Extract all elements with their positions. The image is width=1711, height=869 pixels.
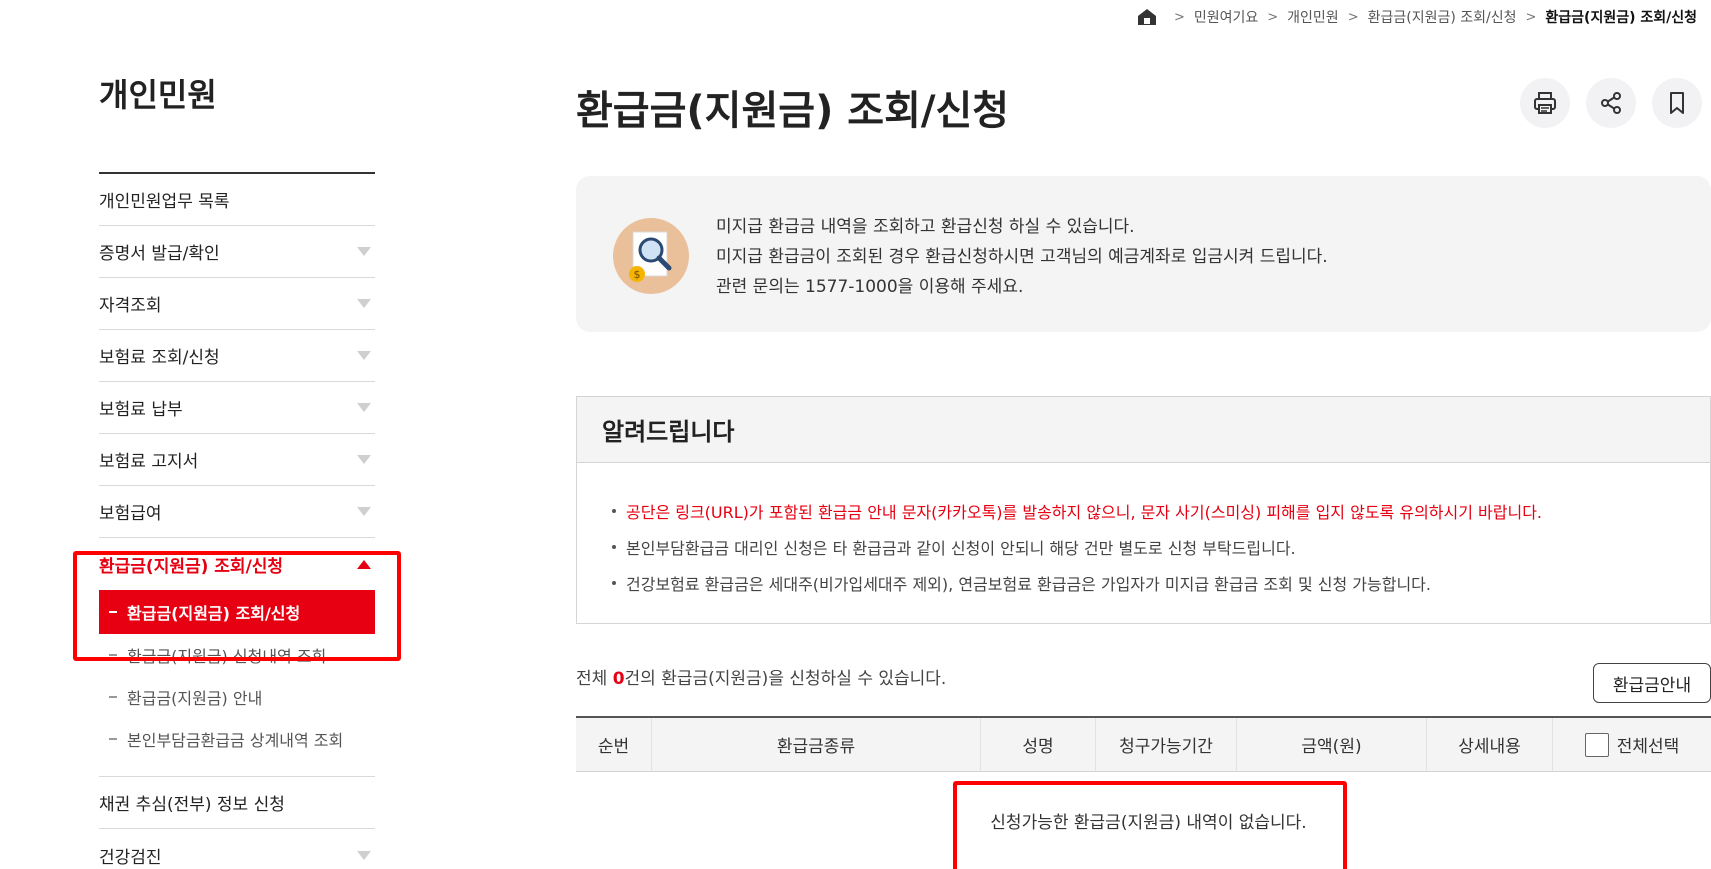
summary-text: 전체 0건의 환급금(지원금)을 신청하실 수 있습니다.	[576, 664, 946, 689]
triangle-down-icon	[357, 507, 371, 516]
sidebar-item-qualification[interactable]: 자격조회	[99, 278, 375, 330]
triangle-down-icon	[357, 351, 371, 360]
sidebar-item-label: 보험급여	[99, 504, 162, 524]
breadcrumb: > 민원여기요 > 개인민원 > 환급금(지원금) 조회/신청 > 환급금(지원…	[1137, 6, 1697, 28]
refund-search-icon: $	[613, 218, 689, 294]
sidebar-item-label: 건강검진	[99, 847, 162, 868]
notice-item: 공단은 링크(URL)가 포함된 환급금 안내 문자(카카오톡)를 발송하지 않…	[612, 493, 1710, 529]
info-box: $ 미지급 환급금 내역을 조회하고 환급신청 하실 수 있습니다. 미지급 환…	[576, 176, 1711, 332]
bookmark-button[interactable]	[1652, 78, 1702, 128]
column-header: 성명	[981, 718, 1096, 771]
chevron-right-icon: >	[1267, 9, 1279, 25]
bullet-icon	[612, 545, 616, 549]
submenu-item-offset-history[interactable]: 본인부담금환급금 상계내역 조회	[99, 718, 375, 760]
column-header: 금액(원)	[1237, 718, 1427, 771]
page-title: 환급금(지원금) 조회/신청	[576, 88, 1010, 134]
table-header: 순번 환급금종류 성명 청구가능기간 금액(원) 상세내용 전체선택	[576, 716, 1711, 772]
select-all-checkbox[interactable]	[1584, 732, 1609, 757]
breadcrumb-item[interactable]: 민원여기요	[1194, 7, 1258, 27]
sidebar-item-premium-inquiry[interactable]: 보험료 조회/신청	[99, 330, 375, 382]
info-text: 미지급 환급금 내역을 조회하고 환급신청 하실 수 있습니다. 미지급 환급금…	[716, 212, 1328, 302]
triangle-down-icon	[357, 455, 371, 464]
sidebar-item-label: 보험료 고지서	[99, 452, 199, 472]
sidebar-item-label: 채권 추심(전부) 정보 신청	[99, 795, 285, 815]
summary-prefix: 전체	[576, 669, 613, 689]
breadcrumb-item[interactable]: 개인민원	[1287, 7, 1339, 27]
dash-icon	[109, 696, 117, 698]
bookmark-icon	[1670, 92, 1684, 114]
notice-item: 본인부담환급금 대리인 신청은 타 환급금과 같이 신청이 안되니 해당 건만 …	[612, 529, 1710, 565]
sidebar-item-label: 증명서 발급/확인	[99, 244, 220, 264]
info-line: 관련 문의는 1577-1000을 이용해 주세요.	[716, 277, 1024, 297]
triangle-down-icon	[357, 850, 371, 860]
summary-suffix: 건의 환급금(지원금)을 신청하실 수 있습니다.	[624, 669, 947, 689]
notice-panel: 알려드립니다 공단은 링크(URL)가 포함된 환급금 안내 문자(카카오톡)를…	[576, 396, 1711, 624]
select-all-label[interactable]: 전체선택	[1617, 732, 1680, 757]
breadcrumb-item[interactable]: 환급금(지원금) 조회/신청	[1368, 7, 1517, 27]
notice-list: 공단은 링크(URL)가 포함된 환급금 안내 문자(카카오톡)를 발송하지 않…	[577, 463, 1710, 601]
column-header: 순번	[576, 718, 652, 771]
notice-title: 알려드립니다	[577, 397, 1710, 463]
submenu-item-label: 본인부담금환급금 상계내역 조회	[127, 731, 344, 750]
column-header: 상세내용	[1427, 718, 1553, 771]
submenu-item-label: 환급금(지원금) 안내	[127, 689, 263, 708]
sidebar-item-health-checkup[interactable]: 건강검진	[99, 829, 375, 869]
sidebar-item-debt-collection[interactable]: 채권 추심(전부) 정보 신청	[99, 777, 375, 829]
home-icon[interactable]	[1137, 7, 1157, 27]
sidebar-item-label: 보험료 조회/신청	[99, 348, 220, 368]
sidebar-item-label: 자격조회	[99, 296, 162, 316]
print-button[interactable]	[1520, 78, 1570, 128]
sidebar-item-benefits[interactable]: 보험급여	[99, 486, 375, 538]
svg-text:$: $	[634, 268, 641, 281]
dash-icon	[109, 738, 117, 740]
chevron-right-icon: >	[1525, 9, 1537, 25]
column-header: 청구가능기간	[1096, 718, 1237, 771]
triangle-down-icon	[357, 299, 371, 308]
triangle-down-icon	[357, 247, 371, 256]
sidebar: 개인민원 개인민원업무 목록 증명서 발급/확인 자격조회 보험료 조회/신청 …	[99, 70, 375, 869]
sidebar-item-label: 보험료 납부	[99, 400, 183, 420]
toolbar	[1520, 78, 1702, 128]
chevron-right-icon: >	[1173, 9, 1185, 25]
highlight-box	[953, 781, 1347, 869]
summary-count: 0	[612, 669, 625, 689]
breadcrumb-current: 환급금(지원금) 조회/신청	[1545, 10, 1697, 26]
select-all-header: 전체선택	[1553, 718, 1711, 771]
triangle-down-icon	[357, 403, 371, 412]
notice-item: 건강보험료 환급금은 세대주(비가입세대주 제외), 연금보험료 환급금은 가입…	[612, 565, 1710, 601]
chevron-right-icon: >	[1347, 9, 1359, 25]
sidebar-item-premium-payment[interactable]: 보험료 납부	[99, 382, 375, 434]
sidebar-item-premium-notice[interactable]: 보험료 고지서	[99, 434, 375, 486]
share-icon	[1601, 92, 1621, 114]
info-line: 미지급 환급금 내역을 조회하고 환급신청 하실 수 있습니다.	[716, 217, 1135, 237]
notice-text: 건강보험료 환급금은 세대주(비가입세대주 제외), 연금보험료 환급금은 가입…	[626, 575, 1431, 594]
bullet-icon	[612, 509, 616, 513]
sidebar-item-list[interactable]: 개인민원업무 목록	[99, 174, 375, 226]
refund-guide-button[interactable]: 환급금안내	[1593, 663, 1711, 703]
print-icon	[1534, 92, 1556, 114]
submenu-item-refund-guide[interactable]: 환급금(지원금) 안내	[99, 676, 375, 718]
notice-text: 공단은 링크(URL)가 포함된 환급금 안내 문자(카카오톡)를 발송하지 않…	[626, 503, 1543, 522]
column-header: 환급금종류	[652, 718, 981, 771]
info-line: 미지급 환급금이 조회된 경우 환급신청하시면 고객님의 예금계좌로 입금시켜 …	[716, 247, 1328, 267]
highlight-box	[73, 551, 401, 661]
sidebar-item-certificate[interactable]: 증명서 발급/확인	[99, 226, 375, 278]
notice-text: 본인부담환급금 대리인 신청은 타 환급금과 같이 신청이 안되니 해당 건만 …	[626, 539, 1296, 558]
bullet-icon	[612, 581, 616, 585]
sidebar-item-label: 개인민원업무 목록	[99, 192, 230, 212]
sidebar-title: 개인민원	[99, 76, 217, 114]
share-button[interactable]	[1586, 78, 1636, 128]
